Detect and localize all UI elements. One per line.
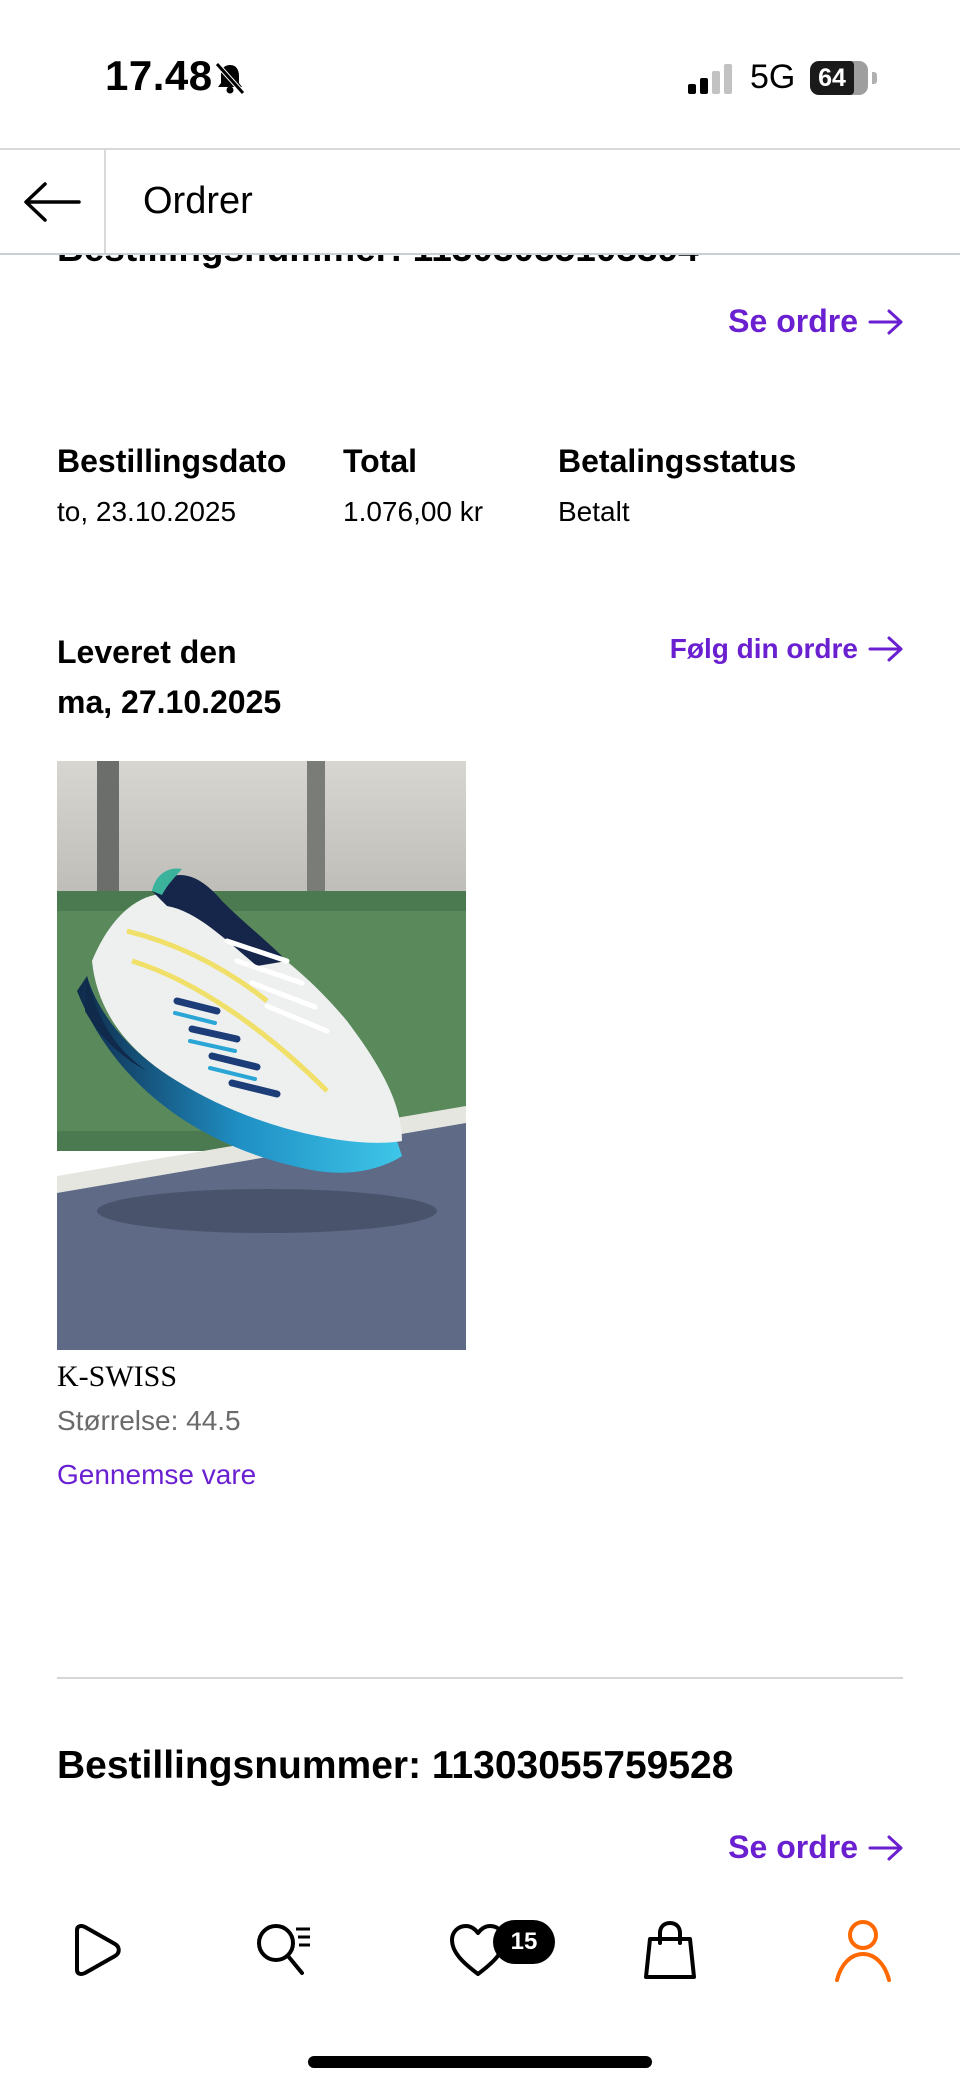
browse-item-link[interactable]: Gennemse vare [57,1459,256,1491]
battery-indicator: 64 [810,61,854,95]
delivery-line-1: Leveret den [57,634,237,670]
product-brand: K-SWISS [57,1360,178,1393]
wishlist-badge: 15 [493,1920,555,1964]
track-order-label: Følg din ordre [669,633,858,664]
payment-status-value: Betalt [558,496,630,527]
view-order-label: Se ordre [728,303,858,339]
product-size: Størrelse: 44.5 [57,1405,241,1436]
shoe-illustration [57,761,466,1350]
nav-home[interactable] [62,1917,128,1983]
bag-icon [644,1920,696,1979]
view-order-label: Se ordre [728,1829,858,1865]
arrow-left-icon [24,181,81,222]
product-image[interactable] [57,761,466,1350]
arrow-right-icon [868,1835,903,1860]
profile-icon [835,1920,891,1982]
total-value: 1.076,00 kr [343,496,484,527]
battery-tip [872,72,877,84]
delivery-date: ma, 27.10.2025 [57,684,282,720]
muted-bell-icon [215,62,245,95]
payment-status-label: Betalingsstatus [558,443,797,479]
network-label: 5G [750,58,796,96]
arrow-right-icon [868,636,903,662]
total-label: Total [343,443,418,479]
search-icon [257,1924,310,1975]
page-title: Ordrer [143,180,253,222]
nav-profile[interactable] [830,1917,896,1983]
view-order-link-1[interactable]: Se ordre [728,303,904,340]
order-divider [57,1677,903,1679]
home-icon [75,1924,121,1976]
delivery-status: Leveret den ma, 27.10.2025 [57,627,281,727]
arrow-right-icon [868,309,903,334]
status-time: 17.48 [105,52,213,99]
order-date-value: to, 23.10.2025 [57,496,237,527]
nav-bag[interactable] [637,1917,703,1983]
top-header: Ordrer [0,148,960,255]
view-order-link-2[interactable]: Se ordre [728,1829,904,1866]
track-order-link[interactable]: Følg din ordre [670,633,904,665]
order-number-2: Bestillingsnummer: 11303055759528 [57,1744,734,1787]
order-date-label: Bestillingsdato [57,443,287,479]
signal-icon [688,64,732,94]
back-button[interactable] [0,150,106,253]
nav-search[interactable] [252,1917,318,1983]
home-indicator [308,2056,652,2068]
